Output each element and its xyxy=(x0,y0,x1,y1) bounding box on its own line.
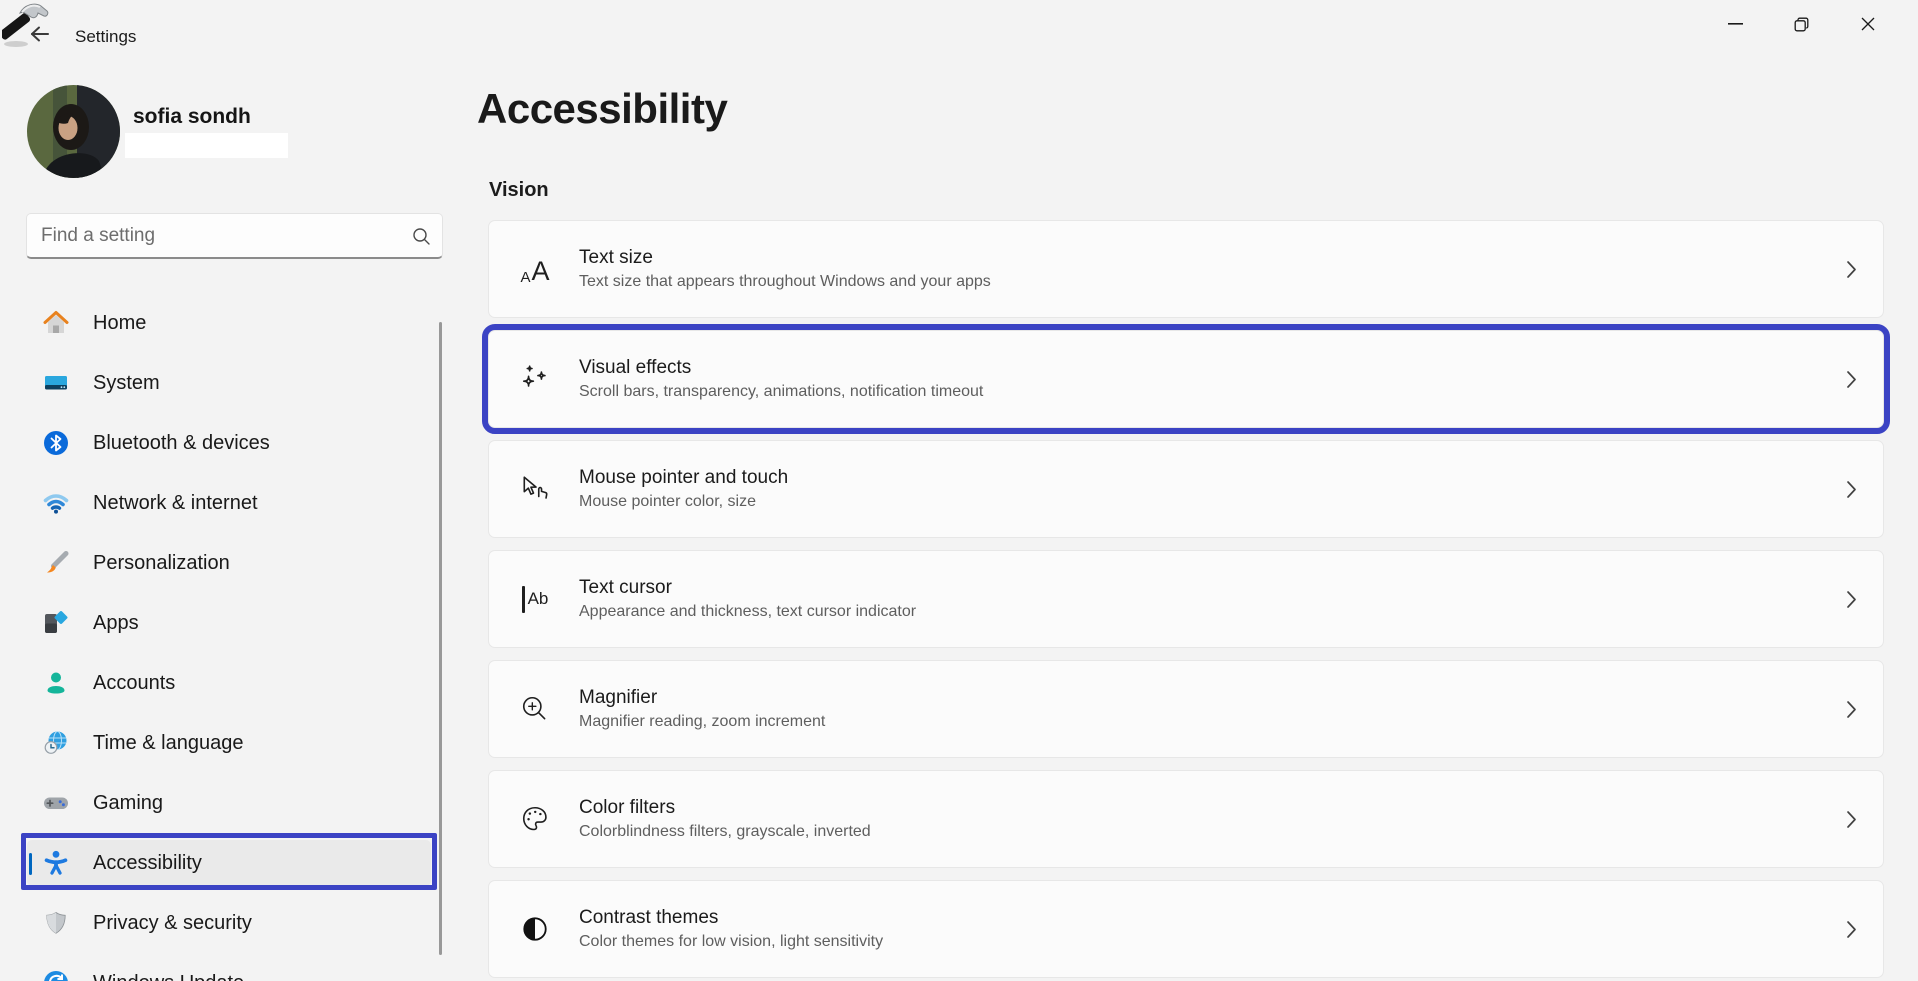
sidebar-item-system[interactable]: System xyxy=(21,361,437,405)
card-title: Mouse pointer and touch xyxy=(579,467,789,488)
time-language-icon xyxy=(42,729,70,757)
system-icon xyxy=(42,369,70,397)
card-title: Contrast themes xyxy=(579,907,719,928)
sidebar-scrollbar[interactable] xyxy=(439,322,442,955)
card-visual-effects[interactable]: Visual effects Scroll bars, transparency… xyxy=(482,324,1890,434)
chevron-right-icon xyxy=(1846,810,1857,829)
sidebar-item-apps[interactable]: Apps xyxy=(21,601,437,645)
selected-accent-pill xyxy=(29,853,32,875)
avatar xyxy=(27,85,120,178)
chevron-right-icon xyxy=(1846,590,1857,609)
search-box xyxy=(26,213,443,259)
card-subtitle: Mouse pointer color, size xyxy=(579,493,756,510)
card-title: Color filters xyxy=(579,797,676,818)
mouse-pointer-icon xyxy=(519,473,551,505)
sidebar-item-home[interactable]: Home xyxy=(21,301,437,345)
window-title: Settings xyxy=(75,27,137,46)
card-text-cursor[interactable]: Ab Text cursor Appearance and thickness,… xyxy=(488,550,1884,648)
profile-email-redacted xyxy=(125,133,288,158)
shield-icon xyxy=(42,909,70,937)
card-subtitle: Appearance and thickness, text cursor in… xyxy=(579,603,917,620)
settings-card-list: AA Text size Text size that appears thro… xyxy=(482,220,1890,981)
card-title: Magnifier xyxy=(579,687,658,708)
card-subtitle: Magnifier reading, zoom increment xyxy=(579,713,826,730)
card-subtitle: Colorblindness filters, grayscale, inver… xyxy=(579,823,871,840)
card-subtitle: Scroll bars, transparency, animations, n… xyxy=(579,383,984,400)
card-color-filters[interactable]: Color filters Colorblindness filters, gr… xyxy=(488,770,1884,868)
accounts-icon xyxy=(42,669,70,697)
chevron-right-icon xyxy=(1846,370,1857,389)
apps-icon xyxy=(42,609,70,637)
selected-item-background xyxy=(27,840,431,886)
network-icon xyxy=(42,489,70,517)
card-title: Visual effects xyxy=(579,357,692,378)
sidebar-item-windows-update[interactable]: Windows Update xyxy=(21,961,437,981)
sidebar-item-personalization[interactable]: Personalization xyxy=(21,541,437,585)
search-input[interactable] xyxy=(27,214,442,257)
card-mouse-pointer-touch[interactable]: Mouse pointer and touch Mouse pointer co… xyxy=(488,440,1884,538)
minimize-button[interactable] xyxy=(1712,6,1758,42)
page-title: Accessibility xyxy=(477,85,728,132)
card-title: Text cursor xyxy=(579,577,672,598)
card-title: Text size xyxy=(579,247,653,268)
sidebar-item-time-language[interactable]: Time & language xyxy=(21,721,437,765)
card-magnifier[interactable]: Magnifier Magnifier reading, zoom increm… xyxy=(488,660,1884,758)
section-label-vision: Vision xyxy=(489,179,549,201)
magnifier-icon xyxy=(519,693,551,725)
windows-update-icon xyxy=(42,969,70,981)
home-icon xyxy=(42,309,70,337)
chevron-right-icon xyxy=(1846,700,1857,719)
settings-window: Settings sofia sondh Find a setting Home… xyxy=(0,0,1918,981)
hammer-cursor-icon xyxy=(0,0,54,50)
sidebar-item-accounts[interactable]: Accounts xyxy=(21,661,437,705)
card-subtitle: Color themes for low vision, light sensi… xyxy=(579,933,884,950)
sidebar-item-network-internet[interactable]: Network & internet xyxy=(21,481,437,525)
restore-icon xyxy=(1794,17,1808,31)
card-text-size[interactable]: AA Text size Text size that appears thro… xyxy=(488,220,1884,318)
sidebar-item-accessibility[interactable]: Accessibility xyxy=(21,840,437,886)
visual-effects-icon xyxy=(519,363,551,395)
maximize-restore-button[interactable] xyxy=(1778,6,1824,42)
close-button[interactable] xyxy=(1845,6,1891,42)
contrast-themes-icon xyxy=(519,913,551,945)
search-icon xyxy=(412,227,431,251)
gaming-icon xyxy=(42,789,70,817)
text-cursor-icon: Ab xyxy=(519,583,551,615)
accessibility-icon xyxy=(42,849,70,877)
titlebar: Settings xyxy=(0,0,1918,50)
close-icon xyxy=(1861,17,1875,31)
card-subtitle: Text size that appears throughout Window… xyxy=(579,273,991,290)
text-size-icon: AA xyxy=(520,256,550,286)
profile-name: sofia sondh xyxy=(133,105,251,128)
chevron-right-icon xyxy=(1846,920,1857,939)
chevron-right-icon xyxy=(1846,480,1857,499)
card-contrast-themes[interactable]: Contrast themes Color themes for low vis… xyxy=(488,880,1884,978)
chevron-right-icon xyxy=(1846,260,1857,279)
sidebar-item-gaming[interactable]: Gaming xyxy=(21,781,437,825)
minimize-icon xyxy=(1727,23,1743,25)
sidebar-item-bluetooth-devices[interactable]: Bluetooth & devices xyxy=(21,421,437,465)
sidebar-item-privacy-security[interactable]: Privacy & security xyxy=(21,901,437,945)
personalization-icon xyxy=(42,549,70,577)
color-filters-icon xyxy=(519,803,551,835)
bluetooth-icon xyxy=(42,429,70,457)
